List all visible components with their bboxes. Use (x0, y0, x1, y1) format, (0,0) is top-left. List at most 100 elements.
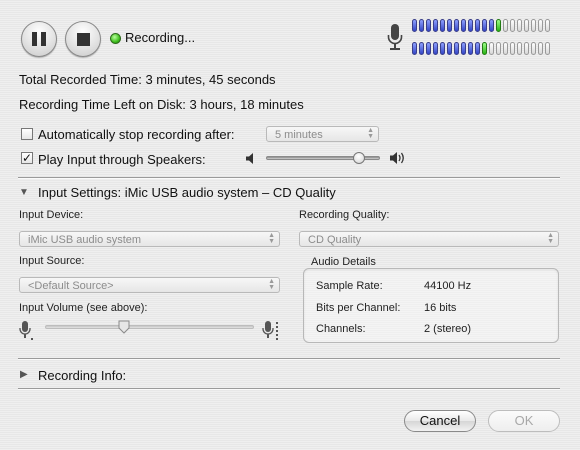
meter-segment (482, 19, 487, 32)
meter-segment (482, 42, 487, 55)
input-volume-track (45, 325, 254, 329)
meter-segment (531, 42, 536, 55)
meter-segment (454, 42, 459, 55)
popup-arrows-icon: ▲ ▼ (268, 232, 275, 245)
bits-per-channel-label: Bits per Channel: (316, 302, 401, 314)
time-left-label: Recording Time Left on Disk: (19, 97, 186, 112)
total-recorded-label: Total Recorded Time: (19, 72, 142, 87)
recording-info-header[interactable]: Recording Info: (38, 368, 126, 383)
meter-segment (454, 19, 459, 32)
input-device-value: iMic USB audio system (28, 234, 142, 246)
meter-segment (468, 42, 473, 55)
recording-quality-value: CD Quality (308, 234, 362, 246)
pause-button[interactable] (21, 21, 57, 57)
microphone-low-icon (19, 321, 33, 340)
meter-segment (433, 42, 438, 55)
meter-segment (475, 42, 480, 55)
channels-value: 2 (stereo) (424, 323, 472, 335)
meter-segment (461, 42, 466, 55)
meter-segment (440, 19, 445, 32)
meter-segment (503, 42, 508, 55)
pause-icon (32, 32, 46, 46)
audio-details-title: Audio Details (311, 256, 376, 268)
recording-quality-label: Recording Quality: (299, 209, 390, 221)
input-device-popup[interactable]: iMic USB audio system ▲ ▼ (19, 231, 280, 247)
input-source-label: Input Source: (19, 255, 85, 267)
popup-arrows-icon: ▲ ▼ (547, 232, 554, 245)
auto-stop-duration-value: 5 minutes (275, 129, 323, 141)
meter-segment (524, 19, 529, 32)
meter-segment (545, 19, 550, 32)
meter-segment (531, 19, 536, 32)
recording-status-text: Recording... (125, 30, 196, 45)
meter-segment (468, 19, 473, 32)
recording-status-led (110, 33, 121, 44)
input-source-value: <Default Source> (28, 280, 114, 292)
microphone-icon (387, 24, 403, 50)
sample-rate-label: Sample Rate: (316, 280, 383, 292)
speaker-high-icon (390, 152, 404, 164)
time-left-value: 3 hours, 18 minutes (189, 97, 304, 112)
meter-segment (412, 42, 417, 55)
input-settings-label: Input Settings: (38, 185, 122, 200)
meter-segment (489, 19, 494, 32)
speaker-low-icon (246, 153, 253, 164)
separator (18, 177, 560, 179)
ok-button[interactable]: OK (488, 410, 560, 432)
level-meter-right (412, 42, 550, 55)
stop-icon (76, 32, 90, 46)
popup-arrows-icon: ▲ ▼ (367, 127, 374, 140)
input-settings-header[interactable]: Input Settings: iMic USB audio system – … (38, 185, 336, 200)
microphone-high-icon (262, 321, 278, 340)
meter-segment (517, 42, 522, 55)
recording-quality-popup[interactable]: CD Quality ▲ ▼ (299, 231, 559, 247)
meter-segment (440, 42, 445, 55)
auto-stop-checkbox[interactable] (21, 128, 33, 140)
sample-rate-value: 44100 Hz (424, 280, 472, 292)
total-recorded-value: 3 minutes, 45 seconds (145, 72, 276, 87)
meter-segment (510, 42, 515, 55)
meter-segment (538, 19, 543, 32)
meter-segment (447, 19, 452, 32)
play-input-checkbox[interactable]: ✓ (21, 152, 33, 164)
input-volume-slider[interactable] (118, 320, 130, 334)
meter-segment (412, 19, 417, 32)
separator (18, 358, 560, 360)
separator (18, 388, 560, 390)
speaker-volume-slider[interactable] (352, 152, 365, 164)
stop-button[interactable] (65, 21, 101, 57)
input-settings-summary: iMic USB audio system – CD Quality (124, 185, 336, 200)
meter-segment (426, 19, 431, 32)
disclosure-open-icon[interactable]: ▼ (19, 187, 29, 198)
input-device-label: Input Device: (19, 209, 84, 221)
meter-segment (510, 19, 515, 32)
meter-segment (517, 19, 522, 32)
disclosure-closed-icon[interactable]: ▶ (20, 369, 28, 380)
total-recorded-time: Total Recorded Time: 3 minutes, 45 secon… (19, 72, 276, 87)
cancel-button[interactable]: Cancel (404, 410, 476, 432)
meter-segment (475, 19, 480, 32)
channels-label: Channels: (316, 323, 366, 335)
meter-segment (419, 42, 424, 55)
meter-segment (461, 19, 466, 32)
auto-stop-duration-popup[interactable]: 5 minutes ▲ ▼ (266, 126, 379, 142)
meter-segment (489, 42, 494, 55)
meter-segment (419, 19, 424, 32)
meter-segment (538, 42, 543, 55)
audio-details-box: Sample Rate: 44100 Hz Bits per Channel: … (303, 268, 559, 343)
input-volume-label: Input Volume (see above): (19, 302, 148, 314)
meter-segment (496, 19, 501, 32)
meter-segment (426, 42, 431, 55)
meter-segment (496, 42, 501, 55)
meter-segment (524, 42, 529, 55)
input-source-popup[interactable]: <Default Source> ▲ ▼ (19, 277, 280, 293)
level-meter-left (412, 19, 550, 32)
meter-segment (503, 19, 508, 32)
play-input-label: Play Input through Speakers: (38, 152, 206, 167)
meter-segment (545, 42, 550, 55)
meter-segment (433, 19, 438, 32)
auto-stop-label: Automatically stop recording after: (38, 127, 235, 142)
popup-arrows-icon: ▲ ▼ (268, 278, 275, 291)
time-left-on-disk: Recording Time Left on Disk: 3 hours, 18… (19, 97, 304, 112)
meter-segment (447, 42, 452, 55)
